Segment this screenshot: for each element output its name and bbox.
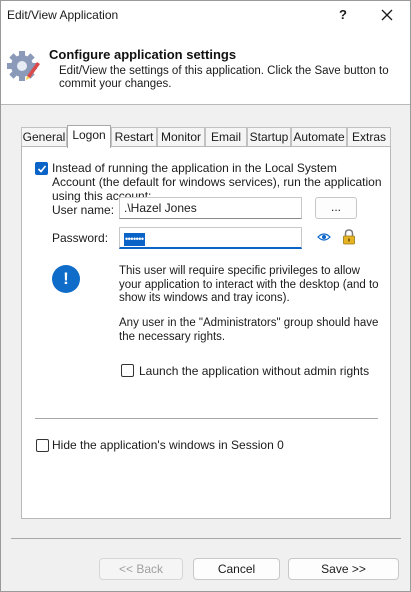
tab-general[interactable]: General bbox=[21, 127, 67, 147]
username-field[interactable]: .\Hazel Jones bbox=[119, 197, 302, 219]
tab-monitor[interactable]: Monitor bbox=[157, 127, 205, 147]
info-icon: ! bbox=[52, 265, 80, 293]
launch-without-admin-label: Launch the application without admin rig… bbox=[139, 364, 370, 378]
back-button[interactable]: << Back bbox=[99, 558, 183, 580]
password-label: Password: bbox=[52, 231, 109, 245]
dialog-window: Edit/View Application ? Configure applic… bbox=[0, 0, 411, 592]
title-bar[interactable]: Edit/View Application ? bbox=[1, 1, 410, 29]
header-description: Edit/View the settings of this applicati… bbox=[59, 65, 389, 90]
tab-email[interactable]: Email bbox=[205, 127, 247, 147]
info-privileges-text: This user will require specific privileg… bbox=[119, 265, 379, 304]
password-mask: ••••••• bbox=[124, 233, 145, 246]
cancel-button[interactable]: Cancel bbox=[193, 558, 280, 580]
browse-user-button[interactable]: ... bbox=[315, 197, 357, 219]
password-field[interactable]: ••••••• bbox=[119, 227, 302, 249]
footer-divider bbox=[11, 538, 401, 539]
save-button[interactable]: Save >> bbox=[288, 558, 399, 580]
hide-session0-checkbox[interactable] bbox=[36, 439, 49, 452]
dialog-header: Configure application settings Edit/View… bbox=[1, 29, 410, 105]
window-title: Edit/View Application bbox=[7, 8, 119, 22]
close-icon bbox=[381, 9, 393, 21]
tab-extras[interactable]: Extras bbox=[347, 127, 391, 147]
run-as-account-checkbox[interactable] bbox=[35, 162, 48, 175]
logon-panel: Instead of running the application in th… bbox=[21, 146, 391, 519]
username-label: User name: bbox=[52, 203, 115, 217]
tab-restart[interactable]: Restart bbox=[111, 127, 157, 147]
tab-logon[interactable]: Logon bbox=[67, 125, 111, 148]
tab-automate[interactable]: Automate bbox=[291, 127, 347, 147]
help-button[interactable]: ? bbox=[327, 1, 359, 29]
launch-without-admin-checkbox[interactable] bbox=[121, 364, 134, 377]
hide-session0-label: Hide the application's windows in Sessio… bbox=[52, 438, 284, 452]
checkmark-icon bbox=[37, 165, 47, 173]
tab-startup[interactable]: Startup bbox=[247, 127, 291, 147]
show-password-eye-icon[interactable] bbox=[317, 232, 331, 242]
padlock-icon[interactable] bbox=[342, 229, 356, 245]
info-administrators-text: Any user in the "Administrators" group s… bbox=[119, 317, 379, 343]
panel-divider bbox=[35, 418, 378, 419]
header-title: Configure application settings bbox=[49, 47, 237, 62]
close-button[interactable] bbox=[367, 1, 407, 29]
gear-settings-icon bbox=[7, 51, 40, 81]
